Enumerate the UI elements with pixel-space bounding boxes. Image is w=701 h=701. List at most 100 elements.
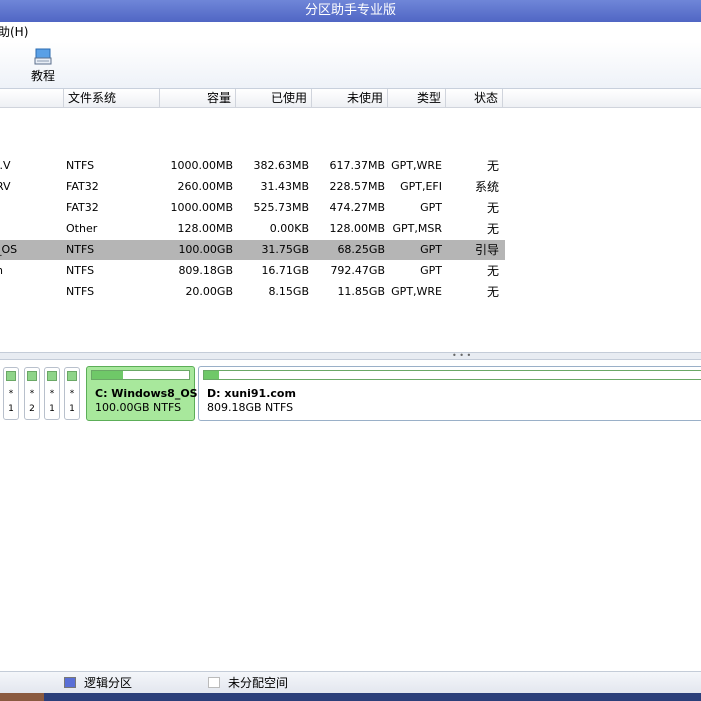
partition-d-name: D: xuni91.com <box>207 387 296 400</box>
cell-type: GPT,MSR <box>392 222 443 235</box>
cell-capacity: 260.00MB <box>177 180 233 193</box>
partition-c-block[interactable]: C: Windows8_OS 100.00GB NTFS <box>86 366 198 421</box>
cell-status: 无 <box>486 201 499 215</box>
cell-capacity: 100.00GB <box>178 243 233 256</box>
window-title-bar: 分区助手专业版 <box>0 0 701 22</box>
partition-star: * <box>29 389 35 399</box>
cell-status: 无 <box>486 159 499 173</box>
usage-bar <box>27 371 37 381</box>
cell-capacity: 1000.00MB <box>170 159 233 172</box>
cell-name <box>0 282 56 302</box>
table-row[interactable]: RV FAT32 260.00MB 31.43MB 228.57MB GPT,EFI 系统 <box>0 177 505 197</box>
table-row[interactable]: ..V NTFS 1000.00MB 382.63MB 617.37MB GPT,WRE 无 <box>0 156 505 176</box>
small-partition-block[interactable]: * 1 <box>44 367 60 420</box>
window-title: 分区助手专业版 <box>304 3 396 18</box>
cell-name <box>0 198 56 218</box>
cell-fs: Other <box>66 222 98 235</box>
cell-capacity: 128.00MB <box>177 222 233 235</box>
toolbar: 教程 <box>0 42 701 89</box>
cell-capacity: 20.00GB <box>185 285 233 298</box>
col-filesystem[interactable]: 文件系统 <box>64 89 160 107</box>
cell-type: GPT,WRE <box>391 285 442 298</box>
col-status[interactable]: 状态 <box>446 89 503 107</box>
cell-fs: NTFS <box>66 159 95 172</box>
cell-type: GPT,EFI <box>400 180 442 193</box>
usage-bar <box>6 371 16 381</box>
partition-d-info: 809.18GB NTFS <box>207 401 294 414</box>
usage-bar <box>67 371 77 381</box>
cell-type: GPT <box>420 264 442 277</box>
partition-number: 1 <box>69 404 75 414</box>
cell-free: 474.27MB <box>329 201 385 214</box>
tutorial-label: 教程 <box>30 69 55 83</box>
cell-fs: NTFS <box>66 243 95 256</box>
table-row[interactable]: _OS NTFS 100.00GB 31.75GB 68.25GB GPT 引导 <box>0 240 505 260</box>
table-row[interactable]: Other 128.00MB 0.00KB 128.00MB GPT,MSR 无 <box>0 219 505 239</box>
partition-d-block[interactable]: D: xuni91.com 809.18GB NTFS <box>198 366 701 421</box>
cell-free: 128.00MB <box>329 222 385 235</box>
cell-used: 31.43MB <box>260 180 309 193</box>
partition-list-header: 文件系统 容量 已使用 未使用 类型 状态 <box>0 89 701 108</box>
cell-free: 792.47GB <box>330 264 385 277</box>
cell-free: 617.37MB <box>329 159 385 172</box>
taskbar-thumbnail[interactable] <box>0 693 44 701</box>
cell-fs: FAT32 <box>66 180 99 193</box>
taskbar <box>0 693 701 701</box>
cell-status: 无 <box>486 285 499 299</box>
cell-used: 0.00KB <box>269 222 309 235</box>
cell-type: GPT <box>420 201 442 214</box>
col-type[interactable]: 类型 <box>388 89 446 107</box>
table-row[interactable]: FAT32 1000.00MB 525.73MB 474.27MB GPT 无 <box>0 198 505 218</box>
small-partition-block[interactable]: * 1 <box>3 367 19 420</box>
splitter-grip-icon: • • • <box>452 351 472 360</box>
partition-number: 1 <box>49 404 55 414</box>
unallocated-swatch <box>208 677 220 688</box>
partition-number: 1 <box>8 404 14 414</box>
logical-swatch <box>64 677 76 688</box>
partition-star: * <box>49 389 55 399</box>
tutorial-button[interactable]: 教程 <box>28 46 58 86</box>
partition-c-info: 100.00GB NTFS <box>95 401 182 414</box>
partition-c-name: C: Windows8_OS <box>95 387 198 400</box>
cell-name <box>0 219 56 239</box>
partition-number: 2 <box>29 404 35 414</box>
legend-unallocated-label: 未分配空间 <box>228 676 289 690</box>
cell-capacity: 809.18GB <box>178 264 233 277</box>
cell-name: _OS <box>0 243 18 256</box>
cell-free: 228.57MB <box>329 180 385 193</box>
cell-free: 11.85GB <box>337 285 385 298</box>
cell-fs: NTFS <box>66 264 95 277</box>
col-free[interactable]: 未使用 <box>312 89 388 107</box>
usage-fill <box>204 371 219 379</box>
usage-fill <box>92 371 124 379</box>
cell-used: 31.75GB <box>261 243 309 256</box>
menu-help[interactable]: 助(H) <box>0 22 28 42</box>
small-partition-block[interactable]: * 1 <box>64 367 80 420</box>
cell-status: 无 <box>486 264 499 278</box>
col-partition[interactable] <box>0 89 64 107</box>
table-row[interactable]: n NTFS 809.18GB 16.71GB 792.47GB GPT 无 <box>0 261 505 281</box>
col-used[interactable]: 已使用 <box>236 89 312 107</box>
cell-used: 16.71GB <box>261 264 309 277</box>
cell-type: GPT,WRE <box>391 159 442 172</box>
cell-fs: NTFS <box>66 285 95 298</box>
cell-name: ..V <box>0 159 11 172</box>
cell-status: 引导 <box>474 243 499 257</box>
cell-used: 8.15GB <box>268 285 309 298</box>
col-capacity[interactable]: 容量 <box>160 89 236 107</box>
cell-name: RV <box>0 180 11 193</box>
table-row[interactable]: NTFS 20.00GB 8.15GB 11.85GB GPT,WRE 无 <box>0 282 505 302</box>
cell-used: 382.63MB <box>253 159 309 172</box>
pane-splitter[interactable]: • • • <box>0 352 701 360</box>
cell-free: 68.25GB <box>337 243 385 256</box>
small-partition-block[interactable]: * 2 <box>24 367 40 420</box>
legend-logical-label: 逻辑分区 <box>84 676 133 690</box>
cell-status: 系统 <box>474 180 499 194</box>
cell-capacity: 1000.00MB <box>170 201 233 214</box>
legend-bar: 逻辑分区 未分配空间 <box>0 671 701 694</box>
cell-fs: FAT32 <box>66 201 99 214</box>
cell-name: n <box>0 261 56 281</box>
usage-bar <box>47 371 57 381</box>
partition-star: * <box>8 389 14 399</box>
usage-bar <box>91 370 190 380</box>
